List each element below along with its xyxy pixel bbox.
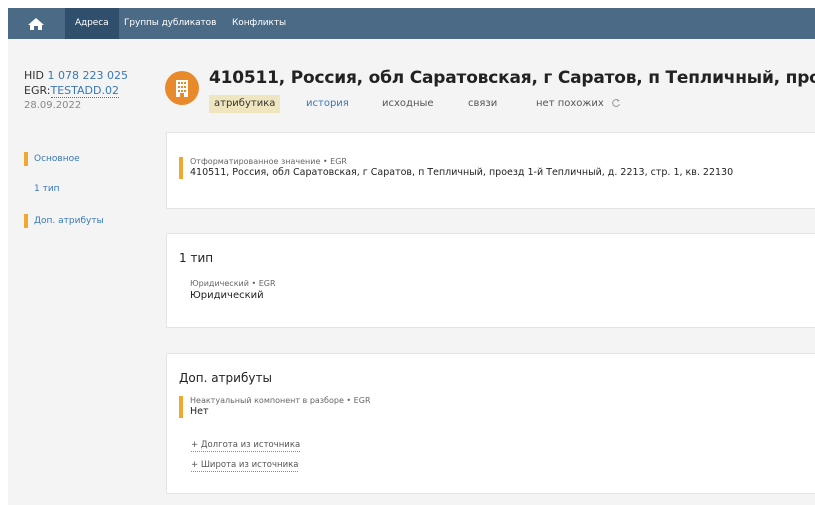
field-marker (179, 396, 183, 418)
type-section-title: 1 тип (179, 251, 214, 265)
home-button[interactable] (8, 8, 64, 39)
tab-history[interactable]: история (306, 95, 349, 113)
type-label: Юридический • EGR (190, 279, 276, 288)
nav-tab-conflicts[interactable]: Конфликты (222, 8, 296, 39)
tab-sources[interactable]: исходные (382, 95, 434, 113)
nav-tab-duplicate-groups[interactable]: Группы дубликатов (114, 8, 226, 39)
extra-label: Неактуальный компонент в разборе • EGR (190, 396, 371, 405)
home-icon (28, 17, 44, 30)
egr-prefix: EGR: (24, 84, 51, 97)
type-card: 1 тип Юридический • EGR Юридический (166, 233, 815, 328)
top-nav: Адреса Группы дубликатов Конфликты (8, 8, 815, 39)
extra-card: Доп. атрибуты Неактуальный компонент в р… (166, 353, 815, 494)
field-marker (179, 157, 183, 179)
record-meta: HID 1 078 223 025 EGR:TESTADD.02 28.09.2… (24, 68, 128, 113)
building-icon (165, 71, 199, 105)
tab-attributes[interactable]: атрибутика (209, 95, 281, 113)
egr-row: EGR:TESTADD.02 (24, 83, 128, 98)
hid-row: HID 1 078 223 025 (24, 68, 128, 83)
refresh-icon[interactable] (611, 98, 621, 108)
page-title: 410511, Россия, обл Саратовская, г Сарат… (209, 68, 815, 88)
extra-section-title: Доп. атрибуты (179, 371, 272, 385)
section-nav-label: Основное (34, 154, 80, 164)
tab-relations[interactable]: связи (468, 95, 497, 113)
tab-no-similar[interactable]: нет похожих (536, 95, 621, 113)
add-latitude-link[interactable]: + Широта из источника (191, 460, 299, 472)
section-marker (24, 152, 28, 166)
formatted-card: Отформатированное значение • EGR 410511,… (166, 132, 815, 209)
nav-tab-addresses[interactable]: Адреса (65, 8, 119, 39)
type-value: Юридический (190, 290, 264, 301)
egr-link[interactable]: TESTADD.02 (50, 84, 119, 98)
section-nav-label: Доп. атрибуты (34, 216, 104, 226)
formatted-value: 410511, Россия, обл Саратовская, г Сарат… (190, 167, 734, 178)
tab-no-similar-label: нет похожих (536, 98, 604, 109)
section-nav-label: 1 тип (34, 184, 60, 194)
hid-link[interactable]: 1 078 223 025 (47, 69, 127, 82)
page: Адреса Группы дубликатов Конфликты HID 1… (8, 8, 815, 505)
add-longitude-link[interactable]: + Долгота из источника (191, 440, 301, 452)
extra-value: Нет (190, 406, 209, 417)
formatted-label: Отформатированное значение • EGR (190, 157, 347, 166)
record-date: 28.09.2022 (24, 100, 82, 111)
section-marker (24, 214, 28, 228)
hid-prefix: HID (24, 69, 48, 82)
